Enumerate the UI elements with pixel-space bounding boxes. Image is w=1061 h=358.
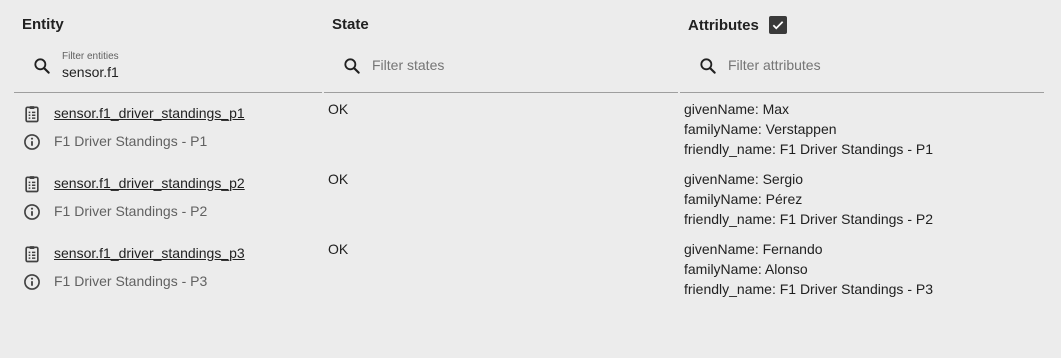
attribute-line: friendly_name: F1 Driver Standings - P3 (684, 281, 933, 297)
attributes-checkbox[interactable] (768, 16, 787, 34)
info-circle-icon[interactable] (22, 202, 42, 222)
entity-id-link[interactable]: sensor.f1_driver_standings_p1 (54, 105, 245, 121)
info-circle-icon[interactable] (22, 132, 42, 152)
column-header-state: State (332, 16, 369, 33)
entity-filter-field[interactable]: Filter entities sensor.f1 (14, 44, 322, 93)
entity-id-link[interactable]: sensor.f1_driver_standings_p2 (54, 175, 245, 191)
attribute-line: friendly_name: F1 Driver Standings - P2 (684, 211, 933, 227)
column-header-attributes-label: Attributes (688, 16, 759, 34)
entity-state: OK (328, 241, 349, 257)
entity-friendly-name: F1 Driver Standings - P3 (54, 273, 208, 289)
state-filter-input[interactable]: Filter states (372, 57, 444, 73)
entity-filter-input[interactable]: sensor.f1 (62, 64, 119, 80)
entity-friendly-name: F1 Driver Standings - P2 (54, 203, 208, 219)
entity-state: OK (328, 101, 349, 117)
column-header-attributes: Attributes (688, 16, 787, 34)
attribute-line: familyName: Verstappen (684, 121, 837, 137)
attribute-line: familyName: Pérez (684, 191, 803, 207)
entity-filter-label: Filter entities (62, 51, 119, 62)
clipboard-list-icon[interactable] (22, 174, 42, 194)
attribute-line: givenName: Sergio (684, 171, 804, 187)
table-row: sensor.f1_driver_standings_p1 F1 Driver … (0, 100, 1061, 170)
entity-friendly-name: F1 Driver Standings - P1 (54, 133, 208, 149)
entity-id-link[interactable]: sensor.f1_driver_standings_p3 (54, 245, 245, 261)
search-icon (700, 58, 716, 74)
clipboard-list-icon[interactable] (22, 104, 42, 124)
column-header-entity: Entity (22, 16, 64, 33)
check-icon (772, 21, 784, 30)
clipboard-list-icon[interactable] (22, 244, 42, 264)
attribute-line: givenName: Fernando (684, 241, 823, 257)
attribute-line: friendly_name: F1 Driver Standings - P1 (684, 141, 933, 157)
attribute-line: givenName: Max (684, 101, 790, 117)
search-icon (344, 58, 360, 74)
info-circle-icon[interactable] (22, 272, 42, 292)
entity-state: OK (328, 171, 349, 187)
attribute-line: familyName: Alonso (684, 261, 808, 277)
search-icon (34, 58, 50, 74)
state-filter-field[interactable]: Filter states (324, 44, 678, 93)
attributes-filter-field[interactable]: Filter attributes (680, 44, 1044, 93)
table-row: sensor.f1_driver_standings_p2 F1 Driver … (0, 170, 1061, 240)
table-row: sensor.f1_driver_standings_p3 F1 Driver … (0, 240, 1061, 310)
attributes-filter-input[interactable]: Filter attributes (728, 57, 821, 73)
